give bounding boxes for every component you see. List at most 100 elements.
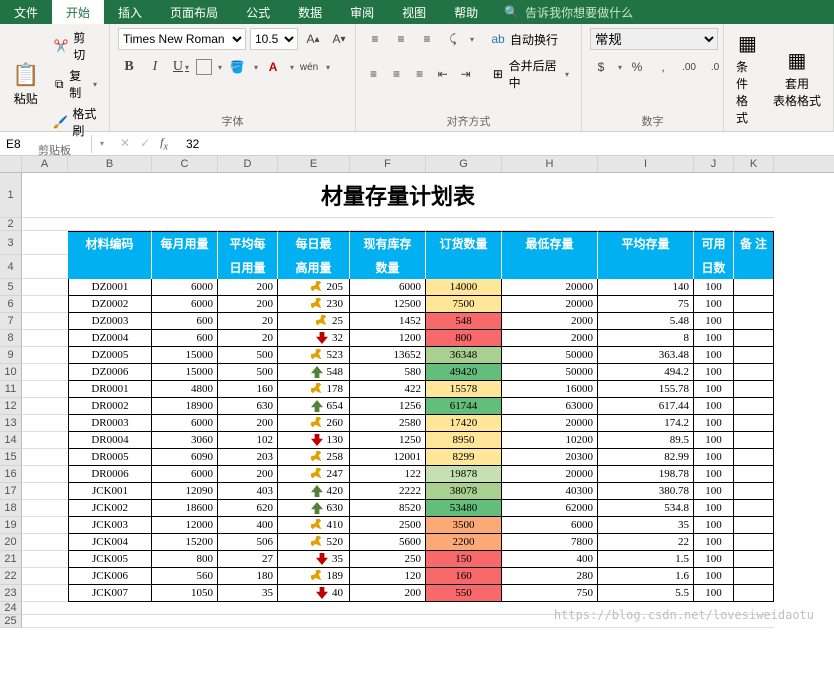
tab-formulas[interactable]: 公式 (232, 0, 284, 24)
cell-avg[interactable]: 400 (218, 517, 278, 534)
cell-note[interactable] (734, 551, 774, 568)
cell-max[interactable]: 130 (278, 432, 350, 449)
cell-material[interactable]: DR0002 (68, 398, 152, 415)
cell-min[interactable]: 40300 (502, 483, 598, 500)
increase-font-button[interactable]: A▴ (302, 28, 324, 50)
cell-note[interactable] (734, 313, 774, 330)
cell-month[interactable]: 6000 (152, 296, 218, 313)
formula-input[interactable] (178, 135, 834, 153)
cell-avg[interactable]: 500 (218, 347, 278, 364)
fx-icon[interactable]: fx (160, 135, 168, 152)
cell-min[interactable]: 62000 (502, 500, 598, 517)
row-header[interactable]: 9 (0, 347, 22, 364)
font-name-select[interactable]: Times New Roman (118, 28, 246, 50)
table-format-button[interactable]: ▦ 套用 表格格式 (769, 46, 825, 111)
paste-button[interactable]: 📋 粘贴 (8, 60, 43, 109)
cell-mean[interactable]: 8 (598, 330, 694, 347)
cell-avg[interactable]: 630 (218, 398, 278, 415)
cell-month[interactable]: 6000 (152, 279, 218, 296)
row-header[interactable]: 18 (0, 500, 22, 517)
cell-stock[interactable]: 12001 (350, 449, 426, 466)
indent-left-button[interactable]: ⇤ (433, 63, 452, 85)
cell-month[interactable]: 15000 (152, 347, 218, 364)
cell-avg[interactable]: 506 (218, 534, 278, 551)
cell-material[interactable]: DZ0003 (68, 313, 152, 330)
cell-avg[interactable]: 200 (218, 296, 278, 313)
cell-month[interactable]: 560 (152, 568, 218, 585)
cell-min[interactable]: 50000 (502, 347, 598, 364)
cell-mean[interactable]: 363.48 (598, 347, 694, 364)
col-header[interactable]: A (22, 156, 68, 172)
cell-stock[interactable]: 120 (350, 568, 426, 585)
cell-material[interactable]: DR0004 (68, 432, 152, 449)
cell-order[interactable]: 7500 (426, 296, 502, 313)
cell-avg[interactable]: 203 (218, 449, 278, 466)
number-format-select[interactable]: 常规 (590, 28, 718, 50)
row-header[interactable]: 19 (0, 517, 22, 534)
cell-order[interactable]: 2200 (426, 534, 502, 551)
cell-days[interactable]: 100 (694, 347, 734, 364)
select-all-corner[interactable] (0, 156, 22, 172)
cell-stock[interactable]: 6000 (350, 279, 426, 296)
cell-order[interactable]: 61744 (426, 398, 502, 415)
tab-review[interactable]: 审阅 (336, 0, 388, 24)
row-header[interactable]: 14 (0, 432, 22, 449)
cell-month[interactable]: 800 (152, 551, 218, 568)
tab-home[interactable]: 开始 (52, 0, 104, 24)
copy-button[interactable]: ⧉复制▾ (49, 66, 101, 102)
cell-order[interactable]: 8950 (426, 432, 502, 449)
comma-button[interactable]: , (652, 56, 674, 78)
cell-stock[interactable]: 422 (350, 381, 426, 398)
row-header[interactable]: 24 (0, 602, 22, 615)
cell-max[interactable]: 247 (278, 466, 350, 483)
cell-days[interactable]: 100 (694, 483, 734, 500)
cell-days[interactable]: 100 (694, 500, 734, 517)
cell-note[interactable] (734, 330, 774, 347)
cell-order[interactable]: 550 (426, 585, 502, 602)
cell-min[interactable]: 2000 (502, 330, 598, 347)
cell-order[interactable]: 36348 (426, 347, 502, 364)
row-header[interactable]: 15 (0, 449, 22, 466)
cell-min[interactable]: 16000 (502, 381, 598, 398)
increase-decimal-button[interactable]: .00 (678, 56, 700, 78)
row-header[interactable]: 20 (0, 534, 22, 551)
cell-min[interactable]: 20000 (502, 466, 598, 483)
cell-min[interactable]: 50000 (502, 364, 598, 381)
cell-stock[interactable]: 122 (350, 466, 426, 483)
cell-mean[interactable]: 380.78 (598, 483, 694, 500)
cell-days[interactable]: 100 (694, 568, 734, 585)
row-header[interactable]: 7 (0, 313, 22, 330)
cell-mean[interactable]: 75 (598, 296, 694, 313)
cell-days[interactable]: 100 (694, 432, 734, 449)
cell-material[interactable]: DR0003 (68, 415, 152, 432)
row-header[interactable]: 3 (0, 231, 22, 255)
cell-material[interactable]: DR0006 (68, 466, 152, 483)
indent-right-button[interactable]: ⇥ (456, 63, 475, 85)
cell-mean[interactable]: 1.5 (598, 551, 694, 568)
row-header[interactable]: 23 (0, 585, 22, 602)
cell-days[interactable]: 100 (694, 381, 734, 398)
cell-month[interactable]: 600 (152, 330, 218, 347)
cell-order[interactable]: 17420 (426, 415, 502, 432)
orientation-button[interactable]: ⤹ (442, 28, 464, 50)
cell-material[interactable]: DR0001 (68, 381, 152, 398)
row-header[interactable]: 4 (0, 255, 22, 279)
cell-max[interactable]: 189 (278, 568, 350, 585)
col-header[interactable]: C (152, 156, 218, 172)
border-button[interactable] (196, 59, 212, 75)
cell-month[interactable]: 6000 (152, 415, 218, 432)
cell-material[interactable]: JCK004 (68, 534, 152, 551)
cell-note[interactable] (734, 279, 774, 296)
cell-min[interactable]: 280 (502, 568, 598, 585)
cell-mean[interactable]: 1.6 (598, 568, 694, 585)
underline-button[interactable]: U▾ (170, 56, 192, 78)
cell-month[interactable]: 4800 (152, 381, 218, 398)
confirm-icon[interactable]: ✓ (140, 136, 150, 150)
cell-note[interactable] (734, 534, 774, 551)
cell-avg[interactable]: 160 (218, 381, 278, 398)
cell-max[interactable]: 410 (278, 517, 350, 534)
cell-note[interactable] (734, 483, 774, 500)
cell-mean[interactable]: 494.2 (598, 364, 694, 381)
cell-month[interactable]: 18900 (152, 398, 218, 415)
cell-mean[interactable]: 198.78 (598, 466, 694, 483)
